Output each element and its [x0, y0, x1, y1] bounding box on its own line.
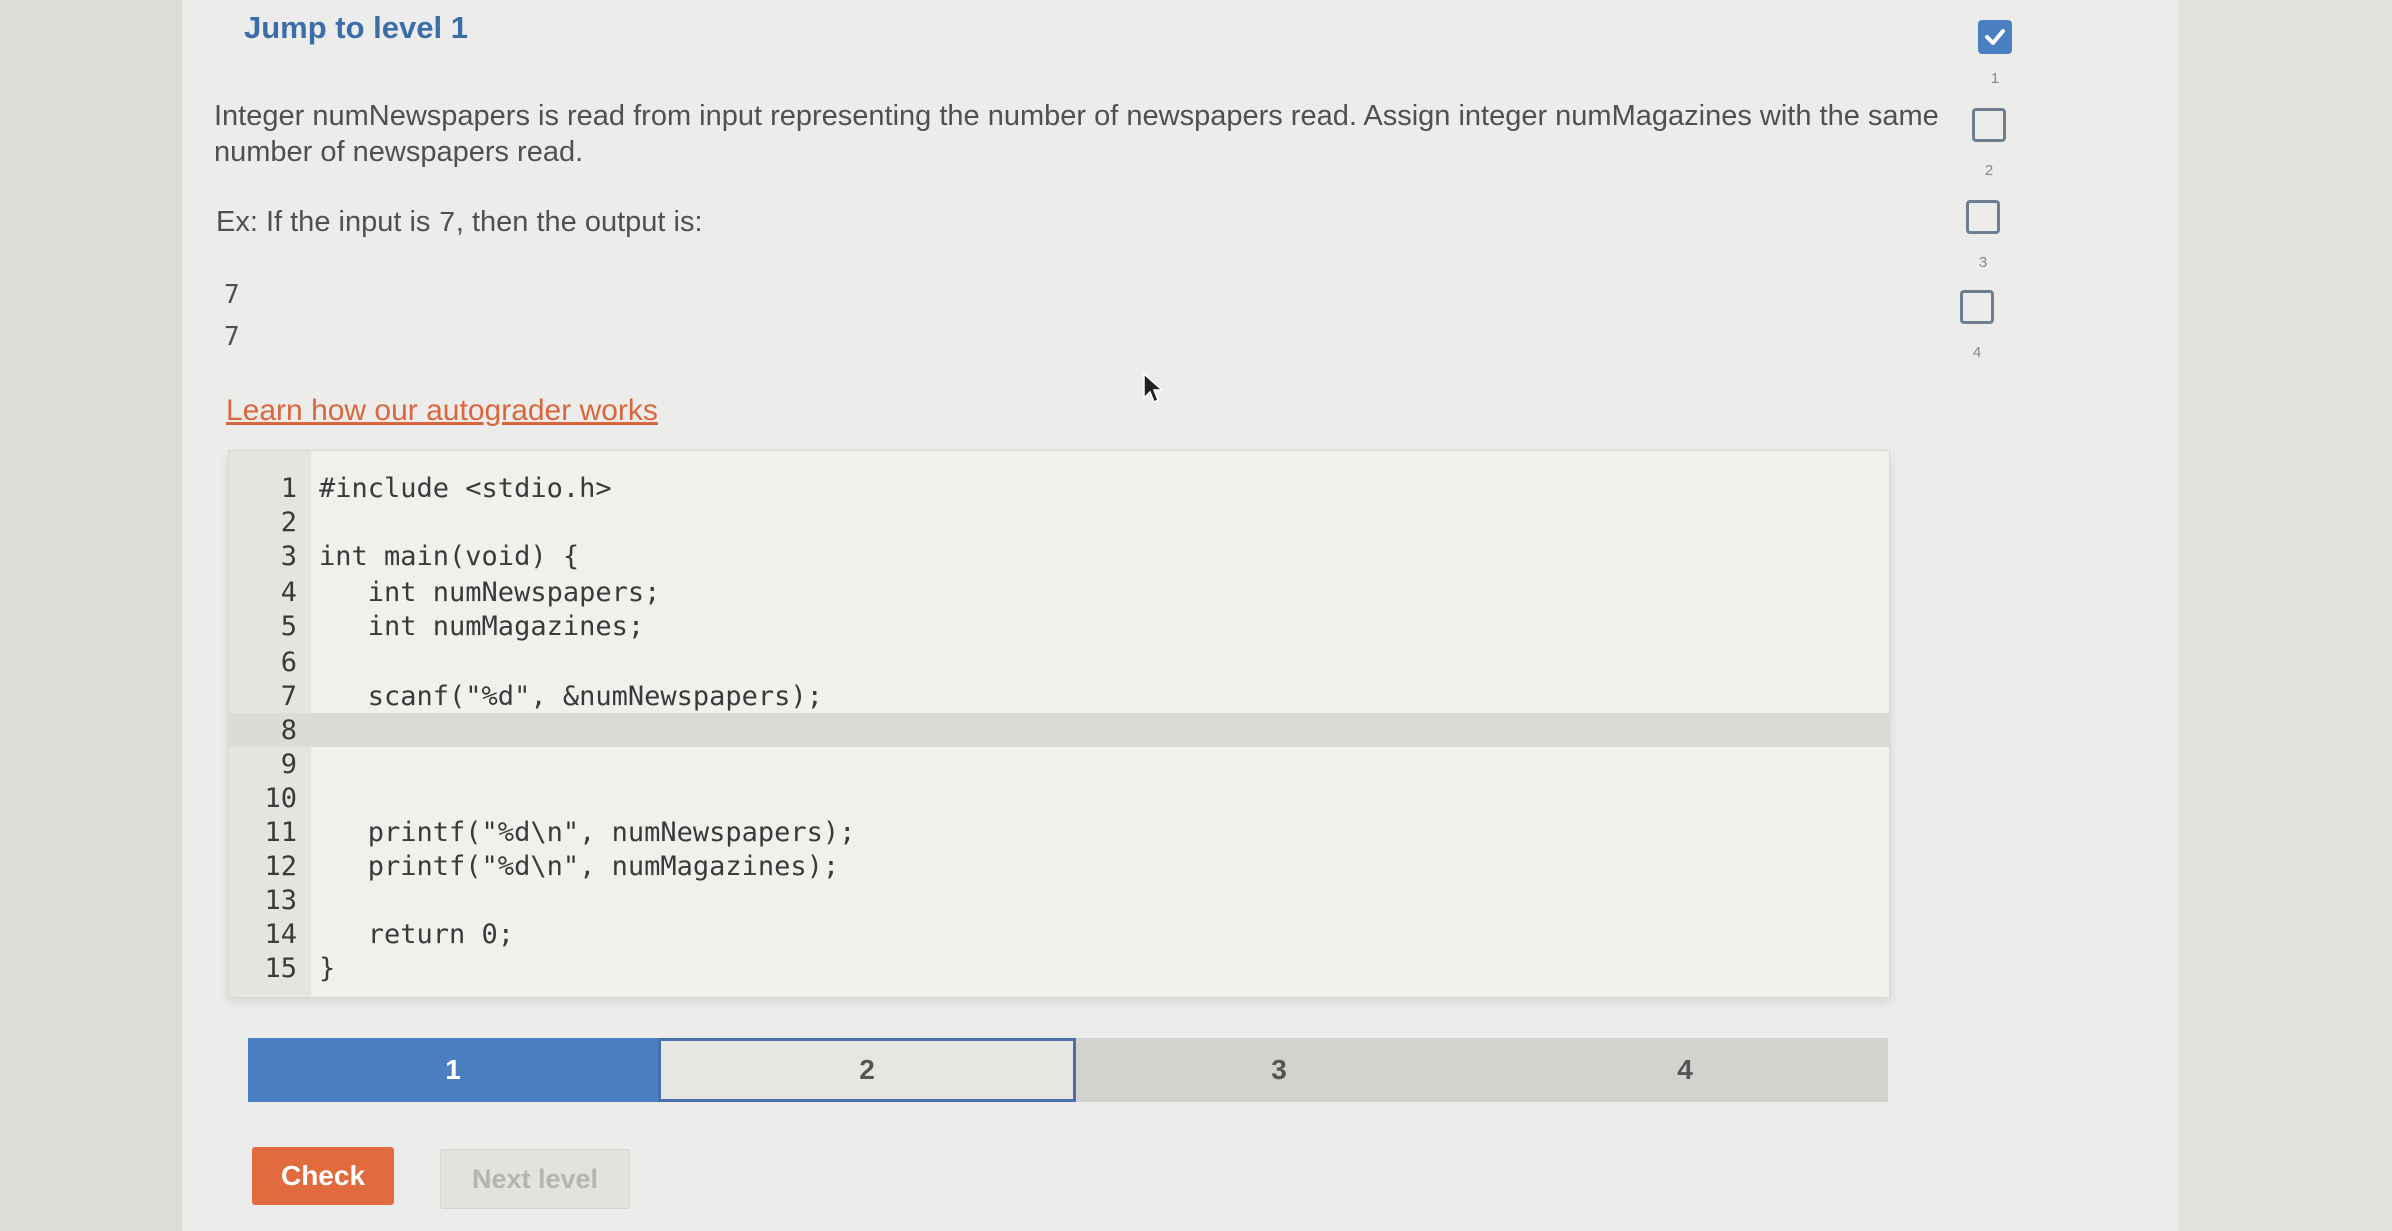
line-number: 15: [264, 953, 297, 984]
example-prefix: Ex: If the input is: [216, 206, 439, 238]
progress-tab-4[interactable]: 4: [1482, 1038, 1888, 1102]
code-line[interactable]: 5 int numMagazines;: [229, 609, 1889, 643]
code-text[interactable]: int numNewspapers;: [319, 577, 661, 608]
code-line[interactable]: 2: [229, 505, 1889, 539]
line-number: 1: [280, 473, 297, 504]
code-line[interactable]: 12 printf("%d\n", numMagazines);: [229, 849, 1889, 883]
code-line[interactable]: 1 #include <stdio.h>: [229, 471, 1889, 505]
code-text[interactable]: }: [319, 953, 335, 984]
line-number: 7: [280, 681, 297, 712]
line-number: 4: [280, 577, 297, 608]
code-text[interactable]: printf("%d\n", numNewspapers);: [319, 817, 856, 848]
code-line[interactable]: 9: [229, 747, 1889, 781]
right-margin: [2178, 0, 2392, 1231]
line-number: 9: [280, 749, 297, 780]
level-3-number: 3: [1978, 254, 1988, 271]
line-number: 5: [280, 611, 297, 642]
progress-tab-1[interactable]: 1: [248, 1038, 658, 1102]
code-text[interactable]: int main(void) {: [319, 541, 579, 572]
level-1-checkbox[interactable]: [1978, 20, 2012, 54]
line-number: 8: [280, 715, 297, 746]
autograder-help-link[interactable]: Learn how our autograder works: [226, 394, 658, 428]
code-text[interactable]: int numMagazines;: [319, 611, 644, 642]
checkmark-icon: [1985, 29, 2005, 45]
check-button[interactable]: Check: [252, 1147, 394, 1205]
example-suffix: , then the output is:: [455, 206, 703, 238]
code-editor[interactable]: 1 #include <stdio.h> 2 3 int main(void) {4 i…: [228, 450, 1890, 998]
line-number: 6: [280, 647, 297, 678]
level-2-checkbox[interactable]: [1972, 108, 2006, 142]
code-line[interactable]: 8: [229, 713, 1889, 747]
next-level-button: Next level: [440, 1149, 630, 1209]
code-text[interactable]: scanf("%d", &numNewspapers);: [319, 681, 823, 712]
line-number: 14: [264, 919, 297, 950]
example-text: Ex: If the input is 7, then the output i…: [216, 206, 703, 240]
level-4-checkbox[interactable]: [1960, 290, 1994, 324]
code-text[interactable]: printf("%d\n", numMagazines);: [319, 851, 839, 882]
example-input: 7: [438, 207, 456, 240]
level-4-number: 4: [1972, 344, 1982, 361]
code-line[interactable]: 7 scanf("%d", &numNewspapers);: [229, 679, 1889, 713]
example-output-line: 7: [224, 322, 240, 352]
progress-tab-3[interactable]: 3: [1076, 1038, 1482, 1102]
code-line[interactable]: 15}: [229, 951, 1889, 985]
level-3-checkbox[interactable]: [1966, 200, 2000, 234]
code-line[interactable]: 11 printf("%d\n", numNewspapers);: [229, 815, 1889, 849]
line-number: 10: [264, 783, 297, 814]
code-line[interactable]: 10: [229, 781, 1889, 815]
code-line[interactable]: 3 int main(void) {: [229, 539, 1889, 573]
code-line[interactable]: 4 int numNewspapers;: [229, 575, 1889, 609]
mouse-pointer-icon: [1143, 372, 1164, 404]
level-1-number: 1: [1990, 70, 2000, 87]
code-line[interactable]: 13: [229, 883, 1889, 917]
example-output-line: 7: [224, 280, 240, 310]
line-number: 12: [264, 851, 297, 882]
progress-tab-2[interactable]: 2: [658, 1038, 1076, 1102]
code-line[interactable]: 6: [229, 645, 1889, 679]
task-description: Integer numNewspapers is read from input…: [214, 100, 1939, 168]
level-2-number: 2: [1984, 162, 1994, 179]
code-text[interactable]: #include <stdio.h>: [319, 473, 612, 504]
level-progress-bar: 1 2 3 4: [248, 1038, 1888, 1106]
code-line[interactable]: 14 return 0;: [229, 917, 1889, 951]
line-number: 13: [264, 885, 297, 916]
jump-to-level-link[interactable]: Jump to level 1: [244, 10, 468, 46]
code-text[interactable]: return 0;: [319, 919, 514, 950]
line-number: 3: [280, 541, 297, 572]
line-number: 11: [264, 817, 297, 848]
line-number: 2: [280, 507, 297, 538]
